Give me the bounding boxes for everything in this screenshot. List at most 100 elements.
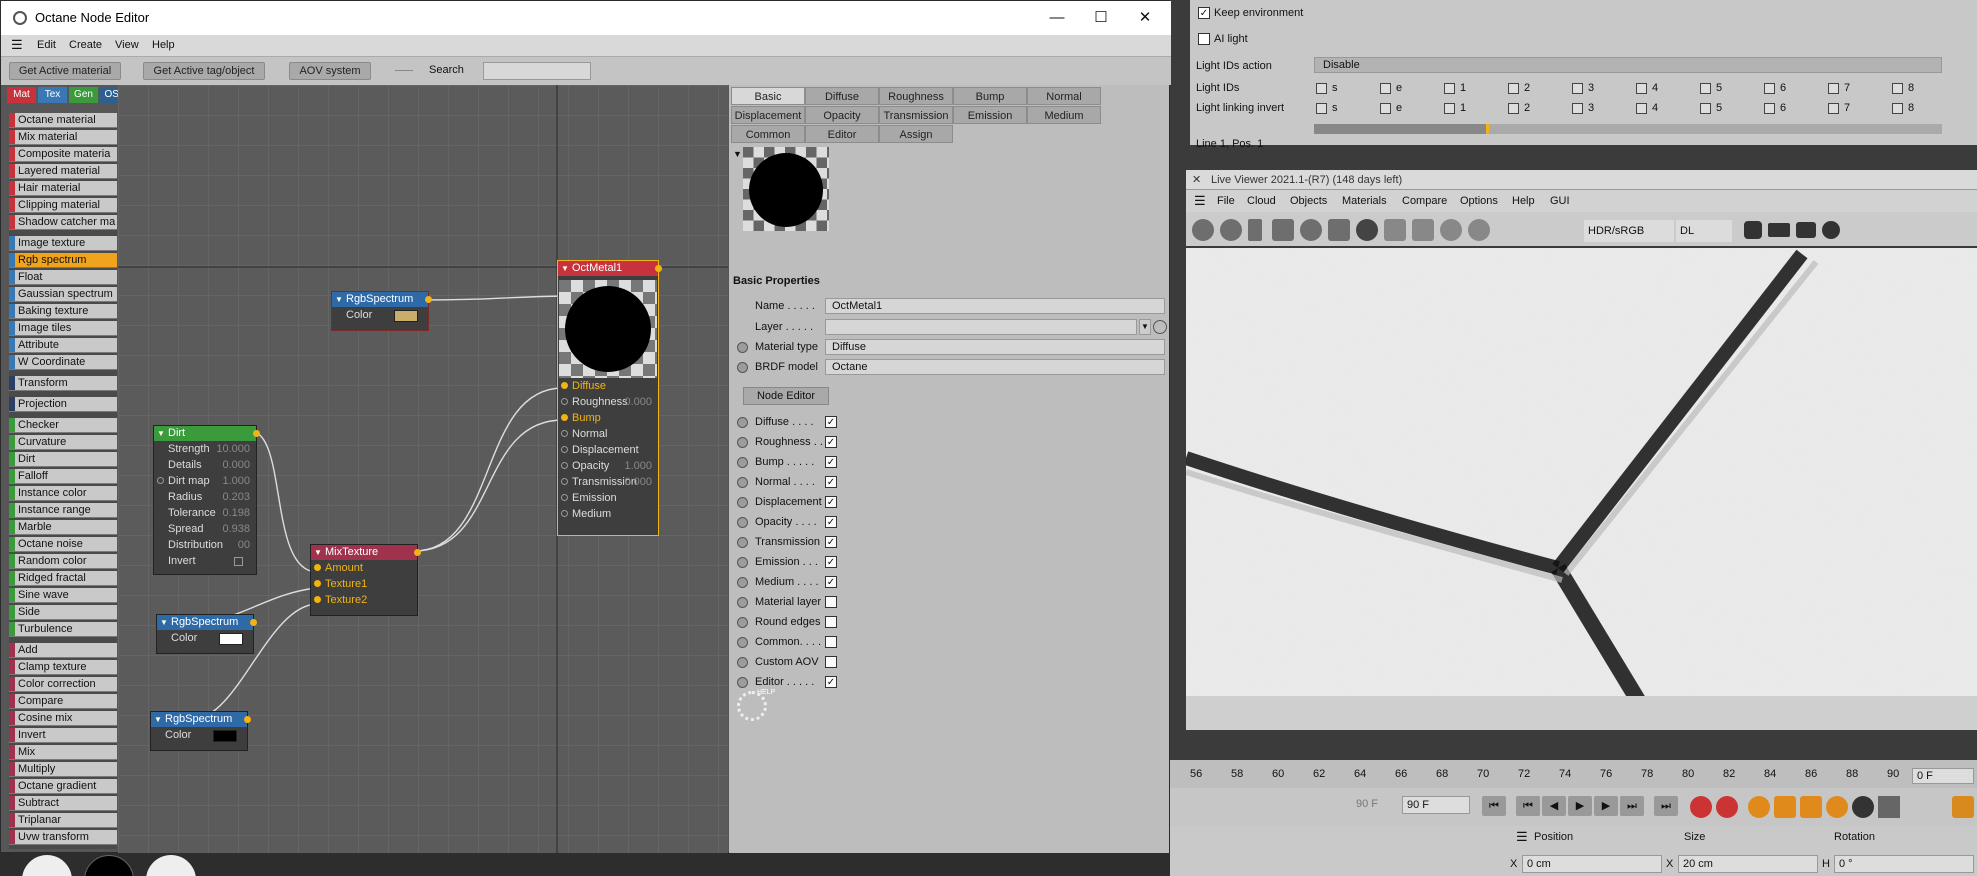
attr-tab-normal[interactable]: Normal (1027, 87, 1101, 105)
lv-menu-cloud[interactable]: Cloud (1247, 195, 1276, 207)
light-id-checkbox[interactable] (1316, 83, 1327, 94)
material-type-select[interactable]: Diffuse (825, 339, 1165, 355)
film-icon[interactable] (1768, 223, 1790, 237)
prev-frame-icon[interactable]: ◀ (1542, 796, 1566, 816)
material-ball-icon[interactable] (22, 855, 72, 876)
radio-icon[interactable] (737, 537, 748, 548)
lv-menu-gui[interactable]: GUI (1550, 195, 1570, 207)
channel-checkbox[interactable]: ✓ (825, 476, 837, 488)
next-frame-icon[interactable]: ▶ (1594, 796, 1618, 816)
channel-checkbox[interactable] (825, 616, 837, 628)
channel-checkbox[interactable] (825, 596, 837, 608)
input-pin[interactable] (561, 430, 568, 437)
attr-tab-roughness[interactable]: Roughness (879, 87, 953, 105)
sphere-icon[interactable] (1356, 219, 1378, 241)
channel-checkbox[interactable]: ✓ (825, 436, 837, 448)
node-list-item[interactable]: Octane material (9, 113, 117, 128)
name-field[interactable]: OctMetal1 (825, 298, 1165, 314)
lv-menu-options[interactable]: Options (1460, 195, 1498, 207)
node-list-item[interactable]: Color correction (9, 677, 117, 692)
radio-icon[interactable] (737, 517, 748, 528)
node-canvas[interactable]: RgbSpectrum Color Dirt Strength10.000Det… (118, 85, 728, 853)
channel-checkbox[interactable] (825, 656, 837, 668)
channel-checkbox[interactable]: ✓ (825, 416, 837, 428)
input-pin[interactable] (561, 462, 568, 469)
light-id-checkbox[interactable] (1508, 83, 1519, 94)
param-value[interactable]: 1.000 (222, 473, 250, 489)
rgb-spectrum-node-2[interactable]: RgbSpectrum Color (156, 614, 257, 654)
node-list-item[interactable]: Ridged fractal (9, 571, 117, 586)
node-list-item[interactable]: Transform (9, 376, 117, 391)
close-icon[interactable]: ✕ (1192, 173, 1201, 186)
input-pin[interactable] (561, 398, 568, 405)
output-pin[interactable] (250, 619, 257, 626)
light-id-checkbox[interactable] (1892, 103, 1903, 114)
rgb-spectrum-node-3[interactable]: RgbSpectrum Color (150, 711, 251, 751)
radio-icon[interactable] (737, 457, 748, 468)
light-id-checkbox[interactable] (1892, 83, 1903, 94)
light-id-checkbox[interactable] (1636, 103, 1647, 114)
current-frame-field[interactable]: 0 F (1912, 768, 1974, 784)
input-pin[interactable] (157, 477, 164, 484)
input-pin[interactable] (561, 414, 568, 421)
node-list-item[interactable]: Composite materia (9, 147, 117, 162)
param-value[interactable]: 0.198 (222, 505, 250, 521)
tonemap-select[interactable]: HDR/sRGB (1584, 220, 1674, 242)
gear-icon[interactable] (1300, 219, 1322, 241)
menu-help[interactable]: Help (152, 39, 175, 51)
slider-track[interactable] (1314, 124, 1942, 134)
light-id-checkbox[interactable] (1700, 103, 1711, 114)
attr-tab-medium[interactable]: Medium (1027, 106, 1101, 124)
keyframe-icon[interactable] (1748, 796, 1770, 818)
node-list-item[interactable]: Compare (9, 694, 117, 709)
minimize-button[interactable]: — (1037, 5, 1077, 31)
collapse-icon[interactable]: ▼ (733, 149, 742, 159)
input-pin[interactable] (561, 478, 568, 485)
param-value[interactable]: 00 (238, 537, 250, 553)
node-list-item[interactable]: Octane noise (9, 537, 117, 552)
send-scene-icon[interactable] (1192, 219, 1214, 241)
light-id-checkbox[interactable] (1764, 103, 1775, 114)
dirt-node[interactable]: Dirt Strength 10.000 Details 0.000 Dirt map 1… (153, 425, 260, 575)
color-swatch[interactable] (213, 730, 237, 742)
attr-tab-transmission[interactable]: Transmission (879, 106, 953, 124)
x-size-field[interactable]: 20 cm (1678, 855, 1818, 873)
camera-icon[interactable] (1796, 222, 1816, 238)
channel-checkbox[interactable]: ✓ (825, 536, 837, 548)
auto-key-icon[interactable] (1716, 796, 1738, 818)
node-list-item[interactable]: Gaussian spectrum (9, 287, 117, 302)
radio-icon[interactable] (737, 597, 748, 608)
output-pin[interactable] (253, 430, 260, 437)
node-list-item[interactable]: Mix material (9, 130, 117, 145)
radio-icon[interactable] (737, 657, 748, 668)
lv-menu-file[interactable]: File (1217, 195, 1235, 207)
color-swatch[interactable] (219, 633, 243, 645)
node-editor-button[interactable]: Node Editor (743, 387, 829, 405)
end-frame-field[interactable]: 90 F (1402, 796, 1470, 814)
circle-icon[interactable] (1822, 221, 1840, 239)
grid-icon[interactable] (1878, 796, 1900, 818)
node-list-item[interactable]: Marble (9, 520, 117, 535)
plus-icon[interactable] (1384, 219, 1406, 241)
param-value[interactable]: 0.203 (222, 489, 250, 505)
node-list-item[interactable]: Octane gradient (9, 779, 117, 794)
radio-icon[interactable] (737, 637, 748, 648)
material-ball-icon[interactable] (84, 855, 134, 876)
mix-texture-node[interactable]: MixTexture Amount Texture1 Texture2 (310, 544, 421, 616)
category-tab-gen[interactable]: Gen (69, 87, 98, 103)
light-id-checkbox[interactable] (1380, 103, 1391, 114)
node-list-item[interactable]: Rgb spectrum (9, 253, 117, 268)
oct-metal-node[interactable]: OctMetal1 DiffuseRoughness0.000BumpNorma… (557, 260, 662, 536)
node-list-item[interactable]: Turbulence (9, 622, 117, 637)
category-tab-tex[interactable]: Tex (38, 87, 67, 103)
rgb-spectrum-node-1[interactable]: RgbSpectrum Color (331, 291, 432, 331)
param-value[interactable]: 0.000 (624, 394, 652, 410)
param-value[interactable]: 0.000 (222, 457, 250, 473)
radio-icon[interactable] (737, 477, 748, 488)
invert-checkbox[interactable] (234, 557, 243, 566)
node-list-item[interactable]: Projection (9, 397, 117, 412)
node-list-item[interactable]: Checker (9, 418, 117, 433)
attr-tab-basic[interactable]: Basic (731, 87, 805, 105)
hamburger-icon[interactable]: ☰ (1194, 193, 1206, 209)
node-list-item[interactable]: Falloff (9, 469, 117, 484)
